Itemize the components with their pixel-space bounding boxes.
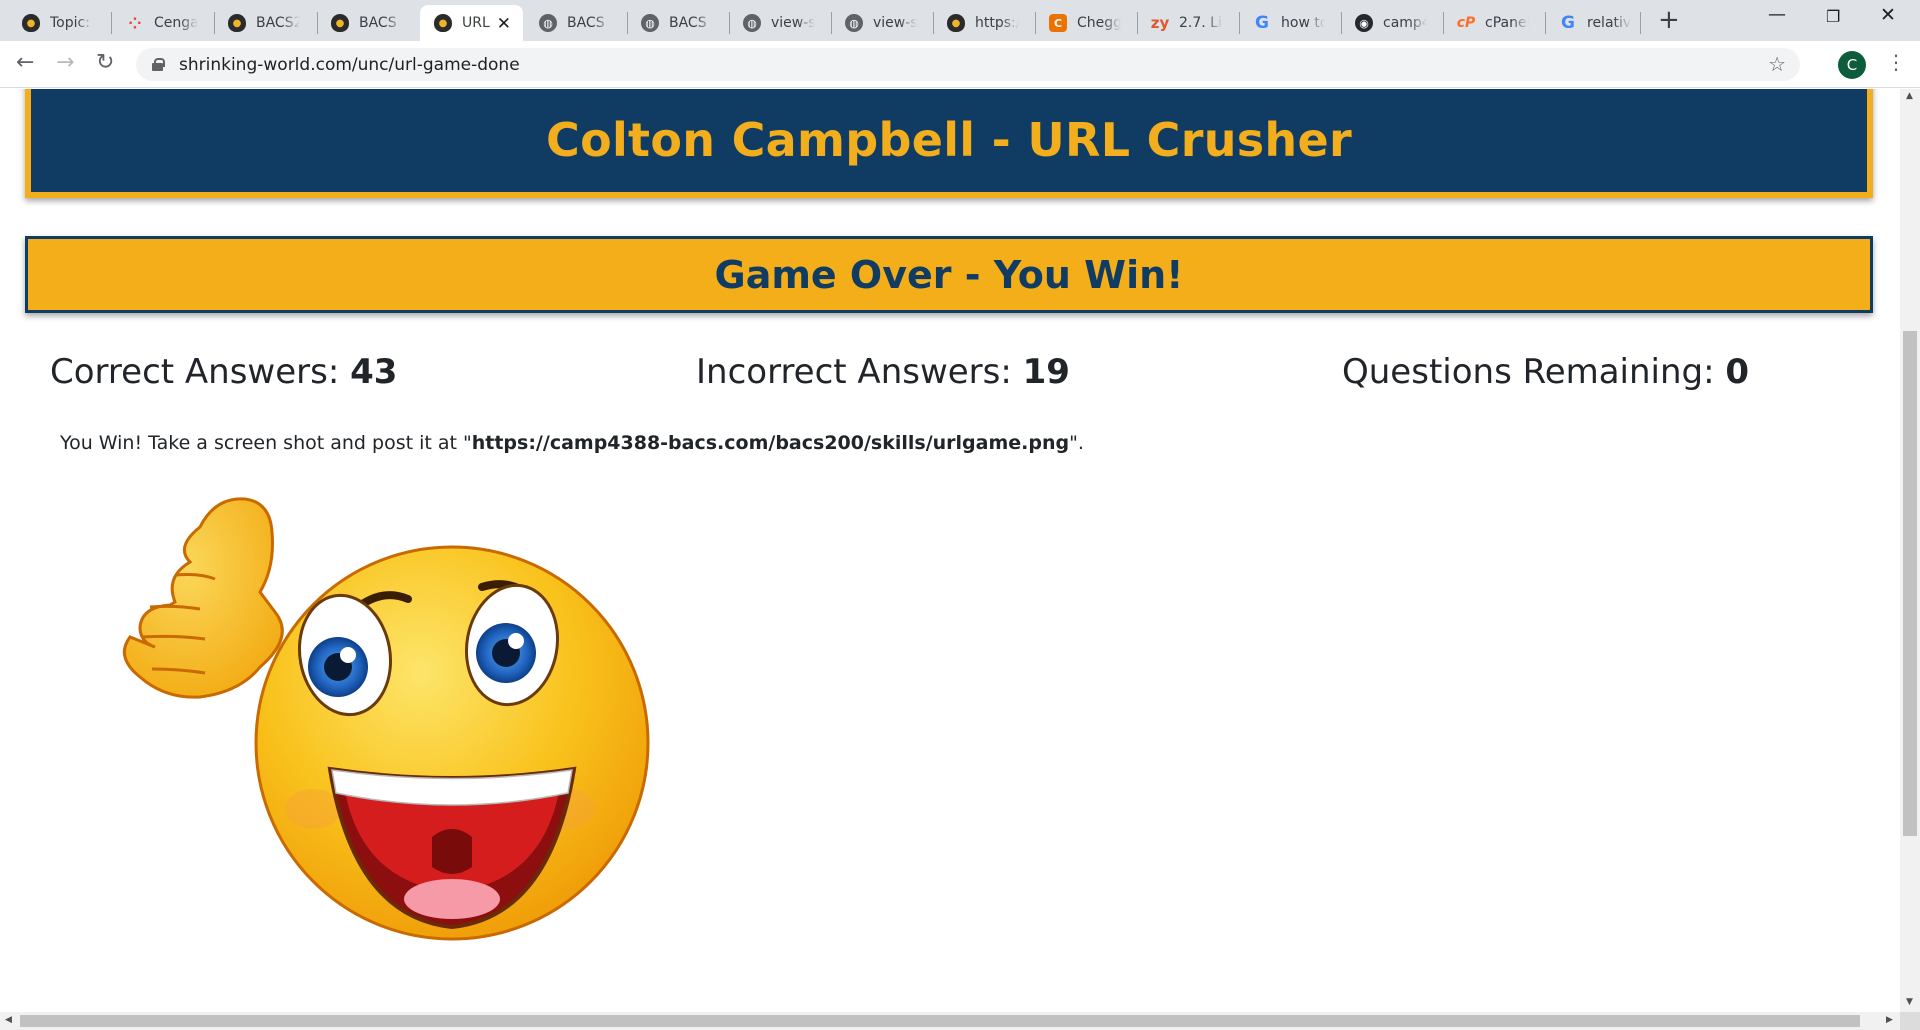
scroll-right-arrow-icon[interactable]: ▶ [1886, 1015, 1893, 1025]
google-icon: G [1561, 13, 1575, 33]
minimize-icon[interactable]: — [1768, 4, 1786, 25]
correct-answers-value: 43 [350, 352, 398, 392]
header-banner: Colton Campbell - URL Crusher [25, 89, 1873, 198]
questions-remaining-stat: Questions Remaining: 0 [1342, 352, 1749, 392]
tab-title: how to [1281, 15, 1325, 31]
browser-toolbar: ← → ↻ shrinking-world.com/unc/url-game-d… [0, 41, 1920, 88]
scroll-down-arrow-icon[interactable]: ▼ [1906, 997, 1913, 1007]
bear-icon: ● [331, 14, 349, 32]
vertical-scroll-thumb[interactable] [1903, 331, 1917, 836]
win-message-prefix: You Win! Take a screen shot and post it … [60, 432, 472, 454]
close-window-icon[interactable]: ✕ [1880, 4, 1896, 26]
tab-title: BACS20 [256, 15, 300, 31]
page-title: Colton Campbell - URL Crusher [546, 112, 1352, 167]
tab-google-how-to[interactable]: G how to [1239, 5, 1339, 41]
tab-title: Chegg: [1077, 15, 1121, 31]
tab-title: BACS 20 [669, 15, 713, 31]
correct-answers-stat: Correct Answers: 43 [50, 352, 397, 392]
tab-title: view-so [873, 15, 917, 31]
new-tab-button[interactable]: + [1658, 5, 1680, 35]
reload-icon[interactable]: ↻ [96, 50, 114, 75]
result-banner: Game Over - You Win! [25, 236, 1873, 313]
incorrect-answers-label: Incorrect Answers: [696, 352, 1012, 392]
cpanel-icon: cP [1456, 15, 1476, 31]
tab-strip: ● Topic: M ⁘ Cengag ● BACS20 ● BACS 20 ●… [0, 0, 1920, 41]
win-message-suffix: ". [1069, 432, 1084, 454]
close-tab-icon[interactable]: ✕ [497, 14, 511, 34]
scroll-left-arrow-icon[interactable]: ◀ [5, 1015, 12, 1025]
globe-icon: ◍ [845, 14, 863, 32]
result-title: Game Over - You Win! [714, 252, 1184, 297]
globe-icon: ◍ [743, 14, 761, 32]
tab-bacs200-4[interactable]: ◍ BACS 20 [627, 5, 727, 41]
kebab-menu-icon[interactable]: ⋮ [1886, 50, 1906, 74]
vertical-scrollbar[interactable]: ▲ ▼ [1900, 89, 1920, 1012]
bear-icon: ● [22, 14, 40, 32]
bear-icon: ● [228, 14, 246, 32]
correct-answers-label: Correct Answers: [50, 352, 340, 392]
tab-title: URL [462, 15, 490, 31]
forward-icon[interactable]: → [56, 50, 74, 75]
bear-icon: ● [947, 14, 965, 32]
incorrect-answers-value: 19 [1022, 352, 1070, 392]
tab-view-source[interactable]: ◍ view-so [729, 5, 829, 41]
bookmark-star-icon[interactable]: ☆ [1768, 52, 1786, 76]
globe-icon: ◍ [641, 14, 659, 32]
tab-title: Cengag [154, 15, 198, 31]
tab-title: camp43 [1383, 15, 1427, 31]
horizontal-scroll-thumb[interactable] [20, 1015, 1860, 1027]
tab-title: BACS 20 [359, 15, 403, 31]
tab-google-relative[interactable]: G relative [1545, 5, 1645, 41]
win-message: You Win! Take a screen shot and post it … [60, 432, 1084, 454]
tab-url-active[interactable]: ● URL ✕ [420, 5, 523, 41]
scrollbar-corner [1900, 1012, 1920, 1030]
thumbs-up-smiley-image [122, 497, 650, 941]
tab-title: BACS 20 [567, 15, 611, 31]
tab-title: cPanel [1485, 15, 1529, 31]
tab-title: relative [1587, 15, 1631, 31]
tab-bacs200-2[interactable]: ● BACS 20 [317, 5, 417, 41]
tab-zybooks[interactable]: zy 2.7. Link [1137, 5, 1237, 41]
bear-icon: ● [434, 14, 452, 32]
back-icon[interactable]: ← [16, 50, 34, 75]
tab-view-source-2[interactable]: ◍ view-so [831, 5, 931, 41]
questions-remaining-value: 0 [1725, 352, 1750, 392]
globe-icon: ◍ [539, 14, 557, 32]
tab-title: https:// [975, 15, 1019, 31]
tab-topic[interactable]: ● Topic: M [8, 5, 106, 41]
tab-https[interactable]: ● https:// [933, 5, 1033, 41]
questions-remaining-label: Questions Remaining: [1342, 352, 1715, 392]
tab-cengage[interactable]: ⁘ Cengag [112, 5, 212, 41]
lock-icon[interactable] [152, 58, 165, 71]
win-message-url: https://camp4388-bacs.com/bacs200/skills… [471, 432, 1070, 454]
incorrect-answers-stat: Incorrect Answers: 19 [696, 352, 1070, 392]
tab-title: Topic: M [50, 15, 94, 31]
tab-chegg[interactable]: C Chegg: [1035, 5, 1135, 41]
profile-avatar[interactable]: C [1838, 51, 1866, 79]
tab-title: 2.7. Link [1179, 15, 1223, 31]
url-text[interactable]: shrinking-world.com/unc/url-game-done [179, 55, 520, 75]
chegg-icon: C [1049, 14, 1067, 32]
tab-bacs200[interactable]: ● BACS20 [214, 5, 314, 41]
horizontal-scrollbar[interactable]: ◀ ▶ [0, 1012, 1900, 1030]
scroll-up-arrow-icon[interactable]: ▲ [1906, 91, 1913, 101]
address-bar[interactable]: shrinking-world.com/unc/url-game-done ☆ [136, 48, 1800, 81]
tab-bacs200-3[interactable]: ◍ BACS 20 [525, 5, 625, 41]
google-icon: G [1255, 13, 1269, 33]
tab-title: view-so [771, 15, 815, 31]
page-viewport: Colton Campbell - URL Crusher Game Over … [0, 89, 1900, 1012]
cengage-icon: ⁘ [128, 13, 142, 33]
tab-cpanel[interactable]: cP cPanel [1443, 5, 1543, 41]
tab-github[interactable]: ◉ camp43 [1341, 5, 1441, 41]
github-icon: ◉ [1355, 14, 1373, 32]
restore-icon[interactable]: ❐ [1826, 7, 1840, 26]
zybooks-icon: zy [1150, 14, 1170, 32]
